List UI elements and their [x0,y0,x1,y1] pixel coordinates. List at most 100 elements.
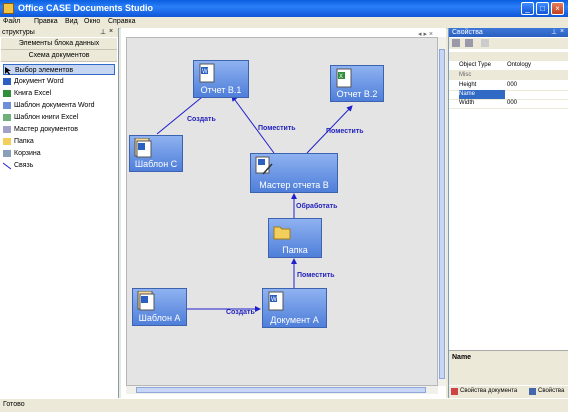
word-doc-icon [3,78,11,85]
node-template-c[interactable]: Шаблон С [129,135,183,172]
right-panel-tabs: Свойства документа Свойства [449,386,568,398]
tab-document-properties[interactable]: Свойства документа [460,388,517,394]
property-description: Name [449,350,568,385]
node-folder[interactable]: Папка [268,218,322,258]
vertical-scrollbar[interactable] [438,37,446,386]
node-label: Отчет В.1 [200,85,242,95]
edge-label-place-b2: Поместить [326,128,364,135]
minimize-button[interactable]: _ [521,2,534,15]
property-key: Object Type [459,62,491,68]
close-icon[interactable]: × [560,28,564,35]
wizard-icon [255,156,273,176]
edge-label-process: Обработать [296,203,338,210]
node-label: Шаблон А [138,313,181,323]
word-template-icon [134,137,152,158]
tool-document-wizard[interactable]: Мастер документов [3,124,115,135]
property-row-width[interactable]: Width 000 [449,99,568,109]
window-title: Office CASE Documents Studio [18,3,154,13]
property-key: Name [459,90,505,99]
node-report-b1[interactable]: W Отчет В.1 [193,60,249,98]
word-doc-icon: W [198,63,216,83]
folder-icon [3,138,11,145]
property-key: Height [459,82,477,88]
tool-folder[interactable]: Папка [3,136,115,147]
tool-label: Шаблон книги Excel [14,114,79,121]
tab-document-schema[interactable]: Схема документов [1,50,117,62]
tool-label: Шаблон документа Word [14,102,95,109]
property-key: Width [459,100,475,106]
property-category-row [449,52,568,61]
toolbox-panel: структуры ⊥ × Элементы блока данных Схем… [0,28,119,398]
diagram-canvas[interactable]: Создать Поместить Поместить Обработать П… [126,37,438,386]
node-template-a[interactable]: Шаблон А [132,288,187,326]
node-report-b2[interactable]: X Отчет В.2 [330,65,384,102]
property-category-misc[interactable]: Misc [449,71,568,80]
description-title: Name [452,354,472,361]
properties-icon [529,388,536,395]
menu-window[interactable]: Окно [84,18,100,25]
maximize-button[interactable]: □ [536,2,549,15]
tool-label: Мастер документов [14,126,79,133]
vertical-scroll-thumb[interactable] [439,49,445,379]
horizontal-scroll-thumb[interactable] [136,387,426,393]
tool-label: Документ Word [14,78,64,85]
svg-text:W: W [202,69,208,75]
close-icon[interactable]: × [109,28,113,35]
title-bar: Office CASE Documents Studio _ □ × [0,0,568,17]
property-pages-icon[interactable] [481,39,489,47]
menu-help[interactable]: Справка [108,18,135,25]
edge-create-top[interactable] [156,92,208,135]
menu-view[interactable]: Вид [65,18,78,25]
close-button[interactable]: × [551,2,564,15]
excel-book-icon [3,90,11,97]
tab-properties[interactable]: Свойства [538,388,564,394]
tool-select[interactable]: Выбор элементов [3,64,115,75]
tool-label: Выбор элементов [15,67,74,74]
status-bar: Готово [0,398,568,412]
edge-label-create-top: Создать [187,116,216,123]
edge-label-place-folder: Поместить [297,272,335,279]
node-master-b[interactable]: Мастер отчета В [250,153,338,193]
trash-icon [3,150,11,157]
svg-text:W: W [271,297,277,303]
toolbox-title: структуры [2,29,35,36]
tool-excel-book[interactable]: Книга Excel [3,88,115,99]
tool-word-template[interactable]: Шаблон документа Word [3,100,115,111]
pin-icon[interactable]: ⊥ [100,28,106,36]
wizard-icon [3,126,11,133]
edge-label-place-b1: Поместить [258,125,296,132]
node-label: Мастер отчета В [259,180,329,190]
app-icon [3,3,14,14]
properties-title: Свойства [452,29,483,36]
link-icon [2,162,12,170]
node-label: Шаблон С [134,159,178,169]
categorized-icon[interactable] [452,39,460,47]
excel-book-icon: X [335,68,353,88]
tool-label: Книга Excel [14,90,52,97]
pin-icon[interactable]: ⊥ [551,28,557,36]
node-document-a[interactable]: W Документ А [262,288,327,328]
property-value: 000 [507,100,518,106]
folder-icon [273,222,291,242]
tab-data-block-elements[interactable]: Элементы блока данных [1,38,117,50]
tool-label: Корзина [14,150,41,157]
property-value: 000 [507,82,518,88]
pointer-icon [4,67,12,75]
horizontal-scrollbar[interactable] [126,386,438,394]
status-text: Готово [3,401,25,408]
document-properties-icon [451,388,458,395]
properties-header: Свойства ⊥ × [449,28,568,37]
word-template-icon [137,290,155,311]
tool-label: Папка [14,138,34,145]
menu-file[interactable]: Файл [3,18,20,25]
alphabetical-icon[interactable] [465,39,473,47]
menu-edit[interactable]: Правка [34,18,58,25]
tool-link[interactable]: Связь [2,160,115,171]
node-label: Документ А [270,315,319,325]
category-label: Misc [459,72,472,78]
tool-word-document[interactable]: Документ Word [3,76,115,87]
tool-excel-template[interactable]: Шаблон книги Excel [3,112,115,123]
properties-panel: Свойства ⊥ × Object Type Ontology Misc H… [448,28,568,398]
tool-trash[interactable]: Корзина [3,148,115,159]
property-row-object-type[interactable]: Object Type Ontology [449,61,568,71]
